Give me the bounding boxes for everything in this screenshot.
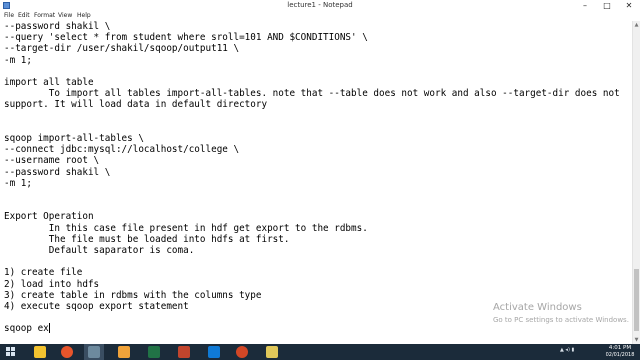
editor-line: 2) load into hdfs xyxy=(4,278,100,290)
media-player-icon[interactable] xyxy=(236,346,248,358)
menu-help[interactable]: Help xyxy=(77,11,91,21)
minimize-button[interactable]: – xyxy=(574,0,596,11)
editor-line: --password shakil \ xyxy=(4,21,111,32)
notepad-taskbar-icon[interactable] xyxy=(88,346,100,358)
editor-line: 1) create file xyxy=(4,267,83,279)
editor-line: --target-dir /user/shakil/sqoop/output11… xyxy=(4,43,240,55)
taskbar: ▲ ◂) ▮ 4:01 PM 02/01/2018 xyxy=(0,344,640,360)
menu-edit[interactable]: Edit xyxy=(18,11,30,21)
internet-explorer-icon[interactable] xyxy=(208,346,220,358)
close-button[interactable]: ✕ xyxy=(618,0,640,11)
editor-line: -m 1; xyxy=(4,177,32,189)
editor-line: --query 'select * from student where sro… xyxy=(4,32,368,44)
app-icon[interactable] xyxy=(178,346,190,358)
menu-bar: File Edit Format View Help xyxy=(0,11,640,21)
current-line-text: sqoop ex xyxy=(4,323,49,335)
editor-line: Export Operation xyxy=(4,211,94,223)
editor-line: In this case file present in hdf get exp… xyxy=(4,222,368,234)
activation-watermark-title: Activate Windows xyxy=(493,302,582,313)
editor-line: 4) execute sqoop export statement xyxy=(4,301,189,312)
text-caret xyxy=(48,323,50,334)
editor-line: The file must be loaded into hdfs at fir… xyxy=(4,233,290,245)
editor-line: --password shakil \ xyxy=(4,166,111,178)
editor-line: Default saparator is coma. xyxy=(4,245,195,256)
excel-icon[interactable] xyxy=(148,346,160,358)
editor-line: --connect jdbc:mysql://localhost/college… xyxy=(4,144,240,156)
editor-line: -m 1; xyxy=(4,54,32,66)
start-windows-icon[interactable] xyxy=(6,347,16,357)
system-tray-icons[interactable]: ▲ ◂) ▮ xyxy=(560,347,574,353)
clock-date[interactable]: 02/01/2018 xyxy=(600,352,640,358)
scrollbar-thumb[interactable] xyxy=(634,269,639,331)
folder-icon[interactable] xyxy=(118,346,130,358)
editor-line: To import all tables import-all-tables. … xyxy=(4,88,620,100)
scroll-up-arrow-icon[interactable]: ▲ xyxy=(633,21,640,29)
scroll-down-arrow-icon[interactable]: ▼ xyxy=(633,336,640,344)
editor-line: sqoop import-all-tables \ xyxy=(4,133,144,144)
clock-time[interactable]: 4:01 PM xyxy=(600,345,640,351)
file-explorer-icon[interactable] xyxy=(34,346,46,358)
vertical-scrollbar[interactable]: ▲ ▼ xyxy=(632,21,640,344)
window-title: lecture1 - Notepad xyxy=(287,1,353,9)
editor-line: 3) create table in rdbms with the column… xyxy=(4,289,262,301)
editor-line: --username root \ xyxy=(4,155,100,167)
menu-format[interactable]: Format xyxy=(34,11,55,21)
maximize-button[interactable]: □ xyxy=(596,0,618,11)
activation-watermark-subtitle: Go to PC settings to activate Windows. xyxy=(493,316,629,324)
paint-icon[interactable] xyxy=(266,346,278,358)
menu-view[interactable]: View xyxy=(58,11,72,21)
menu-file[interactable]: File xyxy=(4,11,14,21)
title-bar: lecture1 - Notepad – □ ✕ xyxy=(0,0,640,11)
text-editor[interactable]: --password shakil \ --query 'select * fr… xyxy=(0,21,632,344)
editor-line: import all table xyxy=(4,77,94,88)
firefox-icon[interactable] xyxy=(61,346,73,358)
editor-line-current: sqoop ex xyxy=(4,323,50,334)
editor-line: support. It will load data in default di… xyxy=(4,99,268,111)
